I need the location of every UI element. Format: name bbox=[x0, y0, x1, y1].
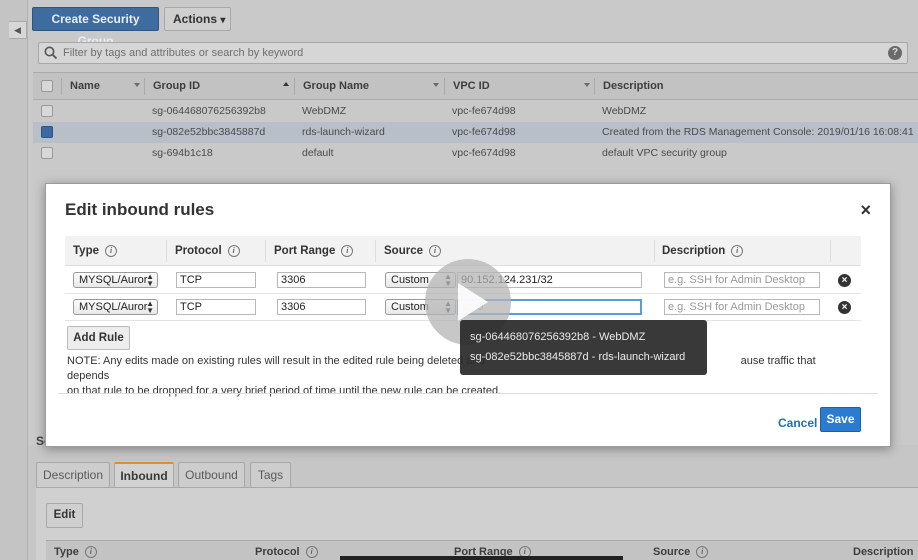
description-cell: Created from the RDS Management Console:… bbox=[602, 126, 914, 138]
row-checkbox[interactable] bbox=[41, 126, 53, 138]
tab-description[interactable]: Description bbox=[36, 462, 110, 488]
col-description-header: Description bbox=[853, 546, 914, 558]
vpc-id-cell: vpc-fe674d98 bbox=[452, 105, 516, 117]
col-protocol-header: Protocol bbox=[255, 546, 300, 558]
description-field[interactable]: e.g. SSH for Admin Desktop bbox=[664, 272, 820, 288]
tab-label: Outbound bbox=[185, 468, 238, 482]
row-checkbox[interactable] bbox=[41, 147, 53, 159]
group-name-cell: default bbox=[302, 147, 334, 159]
type-select[interactable]: MYSQL/Auror ▲ ▼ bbox=[73, 299, 158, 315]
tab-label: Inbound bbox=[120, 469, 168, 483]
left-nav-bar: ◀ bbox=[0, 0, 28, 560]
sort-asc-icon[interactable] bbox=[283, 82, 289, 86]
info-icon[interactable]: i bbox=[429, 245, 441, 257]
source-suggestions-dropdown: sg-064468076256392b8 - WebDMZ sg-082e52b… bbox=[460, 320, 707, 375]
vpc-id-cell: vpc-fe674d98 bbox=[452, 126, 516, 138]
table-row[interactable]: sg-082e52bbc3845887d rds-launch-wizard v… bbox=[33, 122, 918, 143]
actions-button[interactable]: Actions ▾ bbox=[164, 7, 231, 31]
port-range-field[interactable]: 3306 bbox=[277, 272, 366, 288]
col-group-name-header[interactable]: Group Name bbox=[303, 80, 369, 92]
row-checkbox[interactable] bbox=[41, 105, 53, 117]
info-icon[interactable]: i bbox=[731, 245, 744, 257]
description-cell: default VPC security group bbox=[602, 147, 727, 159]
protocol-field[interactable]: TCP bbox=[176, 299, 256, 315]
close-icon[interactable]: × bbox=[860, 201, 871, 219]
col-port-range-header: Port Range bbox=[274, 245, 336, 257]
info-icon[interactable]: i bbox=[305, 546, 318, 558]
sort-icon[interactable] bbox=[584, 83, 590, 87]
description-cell: WebDMZ bbox=[602, 105, 647, 117]
tab-outbound[interactable]: Outbound bbox=[178, 462, 245, 488]
search-input[interactable]: Filter by tags and attributes or search … bbox=[38, 42, 908, 64]
help-icon[interactable]: ? bbox=[888, 46, 902, 60]
search-icon bbox=[44, 46, 58, 60]
tab-inbound[interactable]: Inbound bbox=[114, 462, 174, 488]
remove-rule-icon[interactable]: × bbox=[838, 274, 851, 287]
tab-tags[interactable]: Tags bbox=[250, 462, 291, 488]
info-icon[interactable]: i bbox=[84, 546, 97, 558]
select-arrows-icon: ▲▼ bbox=[146, 299, 154, 315]
info-icon[interactable]: i bbox=[227, 245, 240, 257]
chevron-down-icon: ▾ bbox=[220, 15, 226, 26]
edit-button[interactable]: Edit bbox=[46, 503, 83, 528]
group-id-cell: sg-082e52bbc3845887d bbox=[152, 126, 266, 138]
col-source-header: Source bbox=[384, 245, 423, 257]
sort-icon[interactable] bbox=[433, 83, 439, 87]
vpc-id-cell: vpc-fe674d98 bbox=[452, 147, 516, 159]
dialog-title: Edit inbound rules bbox=[65, 200, 215, 219]
info-icon[interactable]: i bbox=[105, 245, 117, 257]
sort-icon[interactable] bbox=[134, 83, 140, 87]
actions-label: Actions bbox=[173, 12, 218, 26]
select-all-checkbox[interactable] bbox=[41, 80, 53, 92]
col-description-header[interactable]: Description bbox=[603, 80, 664, 92]
col-vpc-id-header[interactable]: VPC ID bbox=[453, 80, 490, 92]
protocol-field[interactable]: TCP bbox=[176, 272, 256, 288]
col-type-header: Type bbox=[54, 546, 79, 558]
info-icon[interactable]: i bbox=[341, 245, 354, 257]
remove-rule-icon[interactable]: × bbox=[838, 301, 851, 314]
port-range-field[interactable]: 3306 bbox=[277, 299, 366, 315]
col-source-header: Source bbox=[653, 546, 691, 558]
group-name-cell: WebDMZ bbox=[302, 105, 347, 117]
suggestion-item[interactable]: sg-064468076256392b8 - WebDMZ bbox=[470, 331, 645, 343]
col-group-id-header[interactable]: Group ID bbox=[153, 80, 200, 92]
save-button[interactable]: Save bbox=[820, 407, 861, 432]
col-name-header[interactable]: Name bbox=[70, 80, 100, 92]
group-name-cell: rds-launch-wizard bbox=[302, 126, 385, 138]
tab-label: Description bbox=[42, 468, 104, 482]
note-line-2: on that rule to be dropped for a very br… bbox=[67, 385, 502, 397]
video-progress-bar bbox=[340, 556, 623, 560]
tab-label: Tags bbox=[257, 468, 284, 482]
play-icon bbox=[458, 283, 488, 321]
divider bbox=[58, 393, 878, 394]
col-description-header: Description bbox=[662, 245, 726, 257]
group-id-cell: sg-064468076256392b8 bbox=[152, 105, 266, 117]
collapse-nav-icon[interactable]: ◀ bbox=[9, 21, 27, 39]
select-arrows-icon: ▲▼ bbox=[146, 272, 154, 288]
col-type-header: Type bbox=[73, 245, 99, 257]
cancel-button[interactable]: Cancel bbox=[778, 416, 817, 430]
security-groups-table-header: Name Group ID Group Name VPC ID Descript… bbox=[33, 72, 918, 100]
col-protocol-header: Protocol bbox=[175, 245, 222, 257]
table-row[interactable]: sg-064468076256392b8 WebDMZ vpc-fe674d98… bbox=[33, 101, 918, 122]
search-placeholder: Filter by tags and attributes or search … bbox=[63, 47, 304, 59]
info-icon[interactable]: i bbox=[696, 546, 709, 558]
suggestion-item[interactable]: sg-082e52bbc3845887d - rds-launch-wizard bbox=[470, 351, 685, 363]
note-line-1: NOTE: Any edits made on existing rules w… bbox=[67, 355, 485, 367]
add-rule-button[interactable]: Add Rule bbox=[67, 326, 130, 350]
group-id-cell: sg-694b1c18 bbox=[152, 147, 213, 159]
table-row[interactable]: sg-694b1c18 default vpc-fe674d98 default… bbox=[33, 143, 918, 164]
description-field[interactable]: e.g. SSH for Admin Desktop bbox=[664, 299, 820, 315]
edit-label: Edit bbox=[53, 509, 76, 521]
create-security-group-button[interactable]: Create Security Group bbox=[32, 7, 159, 48]
type-select[interactable]: MYSQL/Auror ▲ ▼ bbox=[73, 272, 158, 288]
